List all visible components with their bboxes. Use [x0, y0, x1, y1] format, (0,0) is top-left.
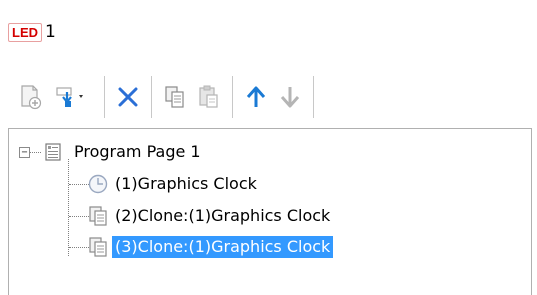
tree-node-root[interactable]: Program Page 1 — [43, 140, 204, 164]
copy-button[interactable] — [158, 77, 192, 117]
tree-node-label: (3)Clone:(1)Graphics Clock — [110, 235, 335, 259]
delete-icon — [118, 87, 138, 107]
clock-icon — [88, 174, 108, 194]
move-up-button[interactable] — [239, 77, 273, 117]
program-page-icon — [45, 143, 61, 161]
move-up-icon — [246, 86, 266, 107]
tree-node-label: (2)Clone:(1)Graphics Clock — [115, 206, 331, 225]
collapse-toggle[interactable]: − — [19, 147, 30, 158]
tree-connector — [69, 184, 89, 185]
tree-connector — [29, 152, 41, 153]
tree-node-item-2[interactable]: (2)Clone:(1)Graphics Clock — [87, 204, 333, 228]
add-page-icon — [21, 85, 42, 110]
tree-connector — [69, 247, 89, 248]
toolbar-separator — [313, 76, 314, 118]
paste-button[interactable] — [192, 77, 226, 117]
tree-connector — [68, 159, 69, 256]
program-tree[interactable]: − Program Page 1 (1)Graphics Clock (2)Cl… — [8, 128, 532, 295]
copy-icon — [165, 86, 184, 108]
tree-connector — [69, 216, 89, 217]
led-badge: LED — [8, 22, 42, 42]
tree-node-label: Program Page 1 — [74, 142, 201, 161]
led-number: 1 — [45, 22, 56, 42]
tree-node-item-1[interactable]: (1)Graphics Clock — [87, 172, 260, 196]
tree-node-label: (1)Graphics Clock — [115, 174, 257, 193]
add-item-dropdown-button[interactable] — [48, 77, 98, 117]
move-down-button[interactable] — [273, 77, 307, 117]
toolbar — [14, 72, 514, 122]
toolbar-separator — [151, 76, 152, 118]
toolbar-separator — [104, 76, 105, 118]
delete-button[interactable] — [111, 77, 145, 117]
clone-icon — [89, 237, 107, 257]
add-item-dropdown-icon — [56, 87, 83, 107]
led-tab[interactable]: LED 1 — [8, 20, 88, 44]
tree-node-item-3[interactable]: (3)Clone:(1)Graphics Clock — [87, 235, 335, 259]
clone-icon — [89, 206, 107, 226]
add-page-button[interactable] — [14, 77, 48, 117]
move-down-icon — [280, 87, 300, 108]
paste-icon — [199, 85, 218, 108]
toolbar-separator — [232, 76, 233, 118]
